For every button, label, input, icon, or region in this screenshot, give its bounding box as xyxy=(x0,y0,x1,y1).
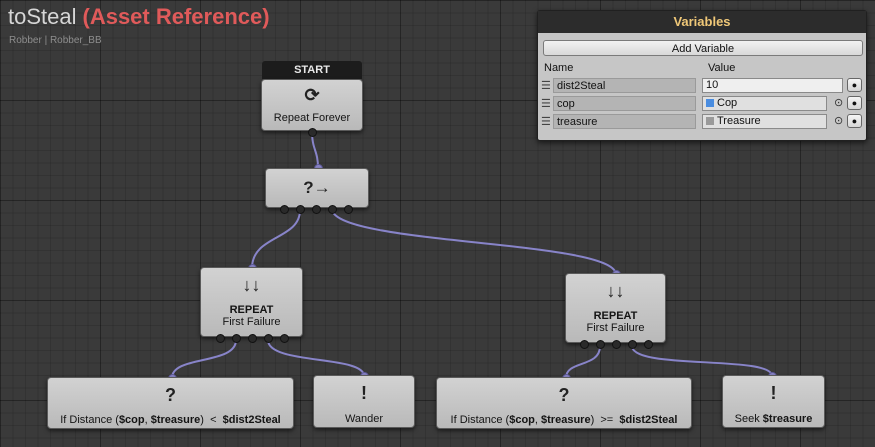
condition-text: If Distance ($cop, $treasure) < $dist2St… xyxy=(60,414,281,426)
repeat-subtitle: First Failure xyxy=(222,316,281,328)
selector-arrow-icon: ?→ xyxy=(303,178,331,197)
variable-options-button[interactable]: ● xyxy=(847,78,862,92)
start-tag: START xyxy=(262,61,362,79)
variable-name-field[interactable]: dist2Steal xyxy=(553,78,696,93)
repeat-title: REPEAT xyxy=(593,310,638,322)
selector-node[interactable]: ?→ xyxy=(265,168,369,208)
variable-row: ☰ dist2Steal 10 ● xyxy=(538,77,868,95)
output-port[interactable] xyxy=(264,334,273,343)
question-icon: ? xyxy=(165,385,176,405)
down-arrows-icon: ↓↓ xyxy=(242,275,261,295)
wire-selector-repeat-right xyxy=(331,209,617,275)
seek-node[interactable]: ! Seek $treasure xyxy=(722,375,825,428)
repeat-forever-label: Repeat Forever xyxy=(273,112,351,124)
value-column-header: Value xyxy=(708,62,736,74)
down-arrows-icon: ↓↓ xyxy=(606,281,625,301)
name-column-header: Name xyxy=(544,62,574,74)
variable-value-field[interactable]: 10 xyxy=(702,78,843,93)
output-port[interactable] xyxy=(296,205,305,214)
variables-panel: Variables Add Variable Name Value ☰ dist… xyxy=(537,10,867,141)
add-variable-button[interactable]: Add Variable xyxy=(543,40,863,56)
repeat-loop-icon: ⟳ xyxy=(304,85,320,105)
output-port[interactable] xyxy=(328,205,337,214)
distance-condition-node-left[interactable]: ? If Distance ($cop, $treasure) < $dist2… xyxy=(47,377,294,429)
variable-options-button[interactable]: ● xyxy=(847,96,862,110)
wander-label: Wander xyxy=(344,413,384,425)
repeat-first-failure-node-left[interactable]: ↓↓ REPEAT First Failure xyxy=(200,267,303,337)
wander-node[interactable]: ! Wander xyxy=(313,375,415,428)
repeat-title: REPEAT xyxy=(229,304,274,316)
output-port[interactable] xyxy=(580,340,589,349)
variables-panel-title: Variables xyxy=(538,11,866,33)
wire-repeat-left-wander xyxy=(267,339,365,377)
repeat-subtitle: First Failure xyxy=(586,322,645,334)
output-port[interactable] xyxy=(312,205,321,214)
variable-options-button[interactable]: ● xyxy=(847,114,862,128)
object-picker-icon[interactable]: ⊙ xyxy=(834,114,843,127)
output-port[interactable] xyxy=(644,340,653,349)
variable-name-field[interactable]: cop xyxy=(553,96,696,111)
seek-label: Seek $treasure xyxy=(734,413,813,425)
cube-icon xyxy=(706,99,714,107)
cube-icon xyxy=(706,117,714,125)
drag-handle-icon[interactable]: ☰ xyxy=(541,115,551,128)
output-port[interactable] xyxy=(596,340,605,349)
repeat-forever-node[interactable]: ⟳ Repeat Forever xyxy=(261,79,363,131)
output-port[interactable] xyxy=(216,334,225,343)
question-icon: ? xyxy=(558,385,570,405)
output-port[interactable] xyxy=(280,334,289,343)
variable-value-field[interactable]: Treasure xyxy=(702,114,827,129)
wire-repeat-left-condition xyxy=(171,339,237,379)
output-port[interactable] xyxy=(628,340,637,349)
repeat-first-failure-node-right[interactable]: ↓↓ REPEAT First Failure xyxy=(565,273,666,343)
wire-repeat-right-condition xyxy=(565,345,601,379)
distance-condition-node-right[interactable]: ? If Distance ($cop, $treasure) >= $dist… xyxy=(436,377,692,429)
output-port[interactable] xyxy=(308,128,317,137)
variable-row: ☰ cop Cop ⊙ ● xyxy=(538,95,868,113)
action-icon: ! xyxy=(770,383,777,403)
action-icon: ! xyxy=(361,383,367,403)
object-picker-icon[interactable]: ⊙ xyxy=(834,96,843,109)
output-port[interactable] xyxy=(248,334,257,343)
drag-handle-icon[interactable]: ☰ xyxy=(541,79,551,92)
output-port[interactable] xyxy=(280,205,289,214)
variable-name-field[interactable]: treasure xyxy=(553,114,696,129)
output-port[interactable] xyxy=(232,334,241,343)
variable-value-field[interactable]: Cop xyxy=(702,96,827,111)
output-port[interactable] xyxy=(612,340,621,349)
drag-handle-icon[interactable]: ☰ xyxy=(541,97,551,110)
wire-selector-repeat-left xyxy=(251,209,301,269)
condition-text: If Distance ($cop, $treasure) >= $dist2S… xyxy=(450,414,678,426)
wire-repeat-right-seek xyxy=(631,345,773,377)
output-port[interactable] xyxy=(344,205,353,214)
variable-row: ☰ treasure Treasure ⊙ ● xyxy=(538,113,868,131)
